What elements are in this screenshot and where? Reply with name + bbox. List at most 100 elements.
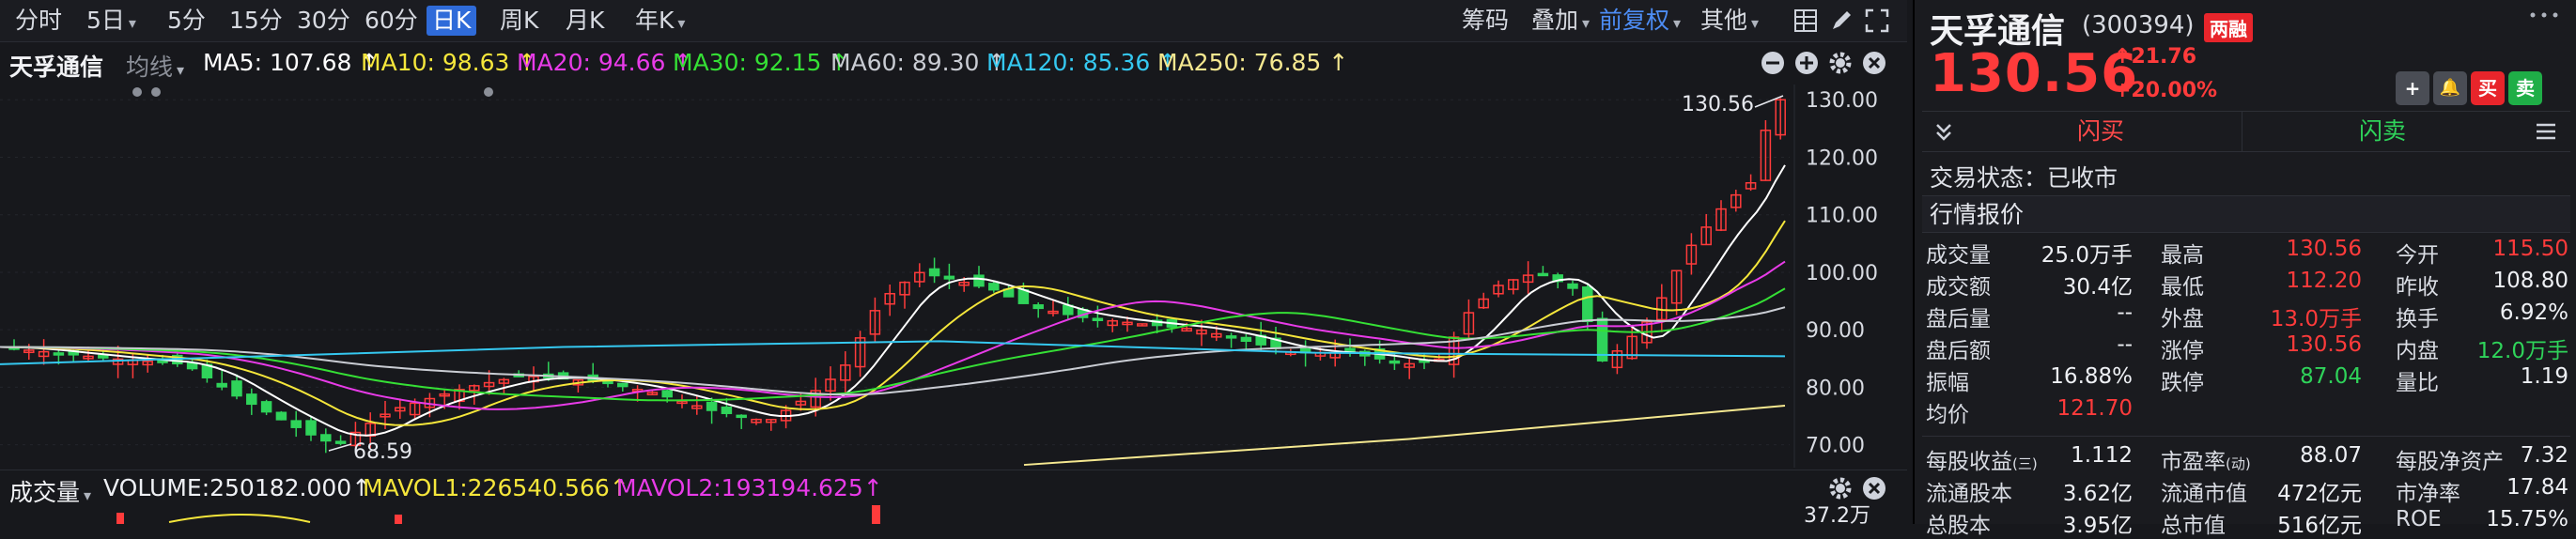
gear-icon[interactable] [1826, 49, 1854, 77]
price-tick: 90.00 [1806, 319, 1865, 343]
quote-label: 今开 [2396, 243, 2439, 268]
price-change-value: 21.76 [2131, 45, 2197, 69]
moving-average-lines [0, 164, 1786, 467]
ma-line [0, 164, 1786, 437]
candle-down [216, 382, 227, 388]
period-tab-yearly[interactable]: 年K ▾ [635, 6, 685, 36]
candle-down [1567, 283, 1578, 289]
candle-down [973, 274, 985, 287]
chips-button[interactable]: 筹码 [1462, 6, 1509, 36]
price-tick: 100.00 [1806, 262, 1878, 285]
price-tick: 130.00 [1806, 89, 1878, 113]
period-tab-30min[interactable]: 30分 [297, 6, 350, 36]
candle-down [53, 352, 65, 356]
trade-status: 交易状态：已收市 [1930, 164, 2118, 192]
ma-line [0, 306, 1786, 396]
chevron-down-icon: ▾ [1582, 14, 1591, 32]
plus-circle-icon[interactable] [1792, 49, 1821, 77]
price-change-pct: +20.00% [2114, 79, 2218, 102]
other-button[interactable]: 其他 ▾ [1700, 6, 1759, 36]
period-tab-monthly[interactable]: 月K [566, 6, 604, 36]
buy-button[interactable]: 买 [2471, 71, 2505, 105]
high-price-label: 130.56 [1682, 93, 1754, 116]
volume-bar [395, 515, 402, 524]
candle-down [1389, 360, 1401, 364]
fundamental-label: 每股净资产 [2396, 450, 2504, 474]
event-marker[interactable] [151, 87, 161, 97]
quote-label: 量比 [2396, 371, 2439, 395]
fundamental-label: 流通股本 [1926, 482, 2012, 506]
fundamental-label: 市净率 [2396, 482, 2460, 506]
candle-down [1092, 317, 1104, 322]
candlesticks [8, 98, 1786, 454]
quote-value: 112.20 [2286, 269, 2362, 293]
fundamental-label: 总股本 [1926, 514, 1991, 538]
candle-down [186, 362, 198, 370]
quote-value: 12.0万手 [2476, 339, 2568, 363]
price-change: ↑21.76 [2114, 45, 2196, 69]
period-tab-5min[interactable]: 5分 [167, 6, 206, 36]
quote-value: 30.4亿 [2062, 275, 2133, 300]
ma30-label: MA30: 92.15 ↑ [673, 49, 849, 76]
bell-icon: 🔔 [2439, 78, 2461, 98]
ma-indicator-bar: 天孚通信 均线 ▾ MA5: 107.68 ↑ MA10: 98.63 ↑ MA2… [0, 43, 1907, 85]
add-watchlist-button[interactable]: + [2396, 71, 2429, 105]
candle-down [1240, 336, 1252, 343]
candle-down [988, 283, 1000, 291]
volume-indicator-bar: 成交量 ▾ VOLUME:250182.000↑ MAVOL1:226540.56… [0, 470, 1907, 528]
candle-down [1017, 289, 1030, 304]
fundamental-label: 市盈率(动) [2161, 450, 2251, 474]
more-icon[interactable] [2525, 6, 2563, 24]
grid-icon[interactable] [1792, 8, 1819, 34]
quote-value: 6.92% [2499, 300, 2568, 325]
alert-bell-button[interactable]: 🔔 [2433, 71, 2467, 105]
candle-down [706, 401, 718, 411]
quote-value: 16.88% [2050, 364, 2133, 389]
minus-circle-icon[interactable] [1759, 49, 1787, 77]
ma20-label: MA20: 94.66 ↑ [517, 49, 693, 76]
overlay-button[interactable]: 叠加 ▾ [1531, 6, 1590, 36]
flash-buy-button[interactable]: 闪买 [1960, 112, 2242, 151]
period-tab-weekly[interactable]: 周K [500, 6, 538, 36]
fundamental-sub: (动) [2226, 455, 2251, 472]
period-tab-15min[interactable]: 15分 [229, 6, 283, 36]
quote-value: 130.56 [2286, 332, 2362, 357]
ma-mode-dropdown[interactable]: 均线 ▾ [126, 49, 184, 83]
quote-value: 115.50 [2492, 237, 2568, 261]
candle-down [290, 420, 302, 428]
quote-value: 121.70 [2056, 396, 2133, 421]
adjust-button[interactable]: 前复权 ▾ [1599, 6, 1681, 36]
fullscreen-icon[interactable] [1864, 8, 1890, 34]
price-axis: 130.00 120.00 110.00 100.00 90.00 80.00 70.00 [1793, 85, 1878, 468]
mavol2-label: MAVOL2:193194.625↑ [616, 474, 883, 501]
candle-down [1582, 286, 1593, 323]
flash-sell-button[interactable]: 闪卖 [2242, 112, 2523, 151]
event-marker[interactable] [132, 87, 142, 97]
kline-chart[interactable]: 130.00120.00110.00100.0090.0080.0070.00 … [0, 85, 1907, 468]
volume-bar [872, 505, 880, 524]
quote-value: 108.80 [2492, 269, 2568, 293]
candle-down [721, 406, 733, 414]
quote-value: -- [2117, 300, 2133, 325]
draw-pen-icon[interactable] [1828, 8, 1854, 34]
fundamental-value: 15.75% [2486, 507, 2568, 531]
event-marker[interactable] [484, 87, 493, 97]
chevron-down-icon: ▾ [677, 14, 686, 32]
fundamental-value: 3.62亿 [2062, 482, 2133, 506]
period-tab-5day[interactable]: 5日 ▾ [86, 6, 136, 36]
sell-button[interactable]: 卖 [2508, 71, 2542, 105]
period-tab-fenshi[interactable]: 分时 [15, 6, 62, 36]
volume-bar [116, 513, 124, 524]
menu-icon[interactable] [2533, 119, 2559, 144]
close-circle-icon[interactable] [1860, 49, 1888, 77]
collapse-icon[interactable] [1932, 119, 1956, 144]
period-tab-daily[interactable]: 日K [427, 6, 477, 36]
fundamental-label: ROE [2396, 507, 2442, 531]
candle-down [98, 354, 109, 359]
period-tab-60min[interactable]: 60分 [365, 6, 418, 36]
fundamental-value: 88.07 [2300, 443, 2362, 468]
quote-value: 87.04 [2300, 364, 2362, 389]
quote-label: 跌停 [2161, 371, 2204, 395]
ma250-line [1023, 404, 1786, 467]
fundamental-value: 17.84 [2506, 475, 2568, 500]
